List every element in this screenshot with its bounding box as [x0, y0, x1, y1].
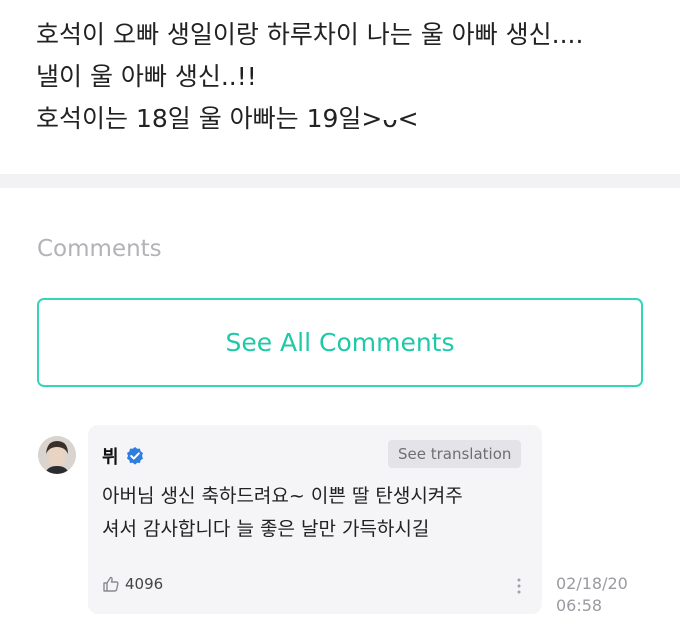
see-translation-button[interactable]: See translation — [388, 440, 522, 468]
comment-card: 뷔 See translation 아버님 생신 축하드려요~ 이쁜 딸 탄생시… — [88, 425, 542, 614]
avatar-image — [38, 436, 76, 474]
comment-author-row: 뷔 — [102, 443, 145, 469]
verified-badge-icon — [125, 446, 145, 466]
comment-timestamp: 02/18/20 06:58 — [556, 573, 666, 617]
comment-author-name[interactable]: 뷔 — [102, 443, 119, 469]
comment-text-line-2: 셔서 감사합니다 늘 좋은 날만 가득하시길 — [102, 518, 430, 540]
post-text-line-3: 호석이는 18일 울 아빠는 19일>ᴗ< — [36, 104, 419, 133]
avatar[interactable] — [38, 436, 76, 474]
like-button[interactable]: 4096 — [102, 575, 163, 593]
comments-heading: Comments — [37, 236, 162, 262]
post-body: 호석이 오빠 생일이랑 하루차이 나는 울 아빠 생신.... 낼이 울 아빠 … — [36, 14, 656, 140]
comment-text: 아버님 생신 축하드려요~ 이쁜 딸 탄생시켜주 셔서 감사합니다 늘 좋은 날… — [102, 480, 532, 546]
post-text-line-2: 낼이 울 아빠 생신..!! — [36, 62, 257, 91]
comment-text-line-1: 아버님 생신 축하드려요~ 이쁜 딸 탄생시켜주 — [102, 485, 463, 507]
section-divider — [0, 174, 680, 188]
comment-date: 02/18/20 — [556, 574, 628, 593]
comment-time: 06:58 — [556, 596, 603, 615]
more-vertical-icon[interactable] — [515, 577, 523, 595]
see-all-comments-button[interactable]: See All Comments — [37, 298, 643, 387]
post-text-line-1: 호석이 오빠 생일이랑 하루차이 나는 울 아빠 생신.... — [36, 20, 584, 49]
thumbs-up-icon — [102, 575, 120, 593]
like-count: 4096 — [125, 575, 164, 593]
